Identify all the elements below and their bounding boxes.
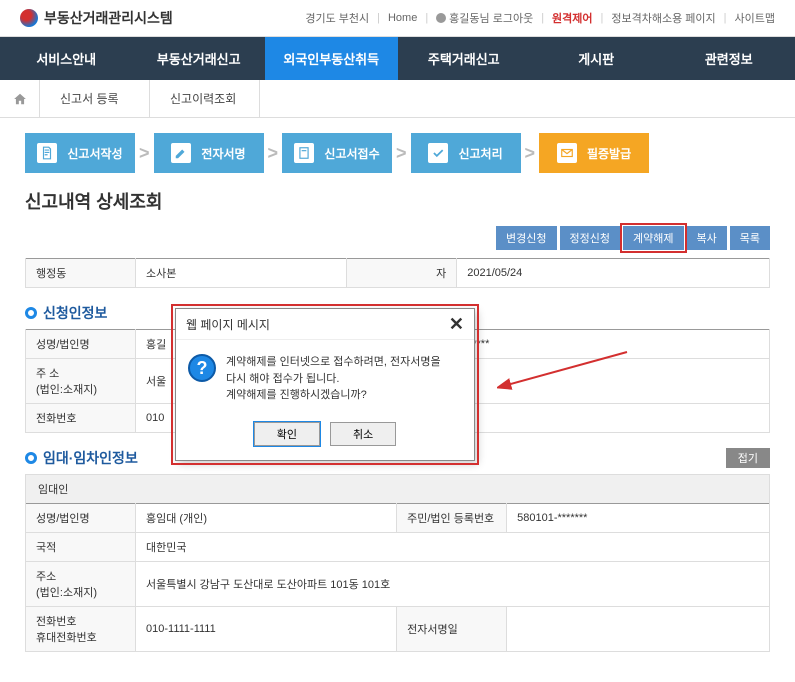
main-nav: 서비스안내 부동산거래신고 외국인부동산취득 주택거래신고 게시판 관련정보 <box>0 37 795 80</box>
nav-realestate[interactable]: 부동산거래신고 <box>133 37 266 80</box>
pencil-icon <box>171 143 191 163</box>
chevron-right-icon: > <box>396 143 407 164</box>
les-th-name: 성명/법인명 <box>26 504 136 533</box>
dialog-footer: 확인 취소 <box>176 414 474 460</box>
region-text: 경기도 부천시 <box>305 10 369 26</box>
les-th-sign: 전자서명일 <box>397 607 507 652</box>
les-td-id: 580101-******* <box>507 504 770 533</box>
les-td-addr: 서울특별시 강남구 도산대로 도산아파트 101동 101호 <box>136 562 770 607</box>
action-row: 변경신청 정정신청 계약해제 복사 목록 <box>25 226 770 250</box>
logo-icon <box>20 9 38 27</box>
app-th-phone: 전화번호 <box>26 404 136 433</box>
list-button[interactable]: 목록 <box>730 226 770 250</box>
summary-th-dong: 행정동 <box>26 259 136 288</box>
dialog-title: 웹 페이지 메시지 <box>186 316 270 333</box>
chevron-right-icon: > <box>268 143 279 164</box>
lessor-title: 임대·임차인정보 <box>43 448 138 468</box>
remote-link[interactable]: 원격제어 <box>552 10 592 26</box>
confirm-button[interactable]: 확인 <box>254 422 320 446</box>
doc-icon <box>294 143 314 163</box>
applicant-title: 신청인정보 <box>43 303 107 323</box>
dialog-header: 웹 페이지 메시지 ✕ <box>176 309 474 340</box>
chevron-right-icon: > <box>525 143 536 164</box>
question-icon: ? <box>188 354 216 382</box>
user-icon <box>436 13 446 23</box>
sub-nav: 신고서 등록 신고이력조회 <box>0 80 795 118</box>
step-3: 신고서접수 <box>282 133 392 173</box>
les-th-id: 주민/법인 등록번호 <box>397 504 507 533</box>
nav-housing[interactable]: 주택거래신고 <box>398 37 531 80</box>
logout-link[interactable]: 홍길동님 로그아웃 <box>436 10 533 26</box>
correction-request-button[interactable]: 정정신청 <box>560 226 620 250</box>
steps: 신고서작성 > 전자서명 > 신고서접수 > 신고처리 > 필증발급 <box>25 133 770 173</box>
lessor-table: 성명/법인명 홍임대 (개인) 주민/법인 등록번호 580101-******… <box>25 503 770 652</box>
step-1: 신고서작성 <box>25 133 135 173</box>
accessible-link[interactable]: 정보격차해소용 페이지 <box>611 10 715 26</box>
nav-foreign[interactable]: 외국인부동산취득 <box>265 37 398 80</box>
fold-button[interactable]: 접기 <box>726 448 770 468</box>
subnav-history[interactable]: 신고이력조회 <box>150 80 260 117</box>
sitemap-link[interactable]: 사이트맵 <box>735 10 775 26</box>
home-icon <box>13 92 27 106</box>
les-th-nat: 국적 <box>26 533 136 562</box>
top-header: 부동산거래관리시스템 경기도 부천시 | Home | 홍길동님 로그아웃 | … <box>0 0 795 37</box>
logo: 부동산거래관리시스템 <box>20 8 173 28</box>
chevron-right-icon: > <box>139 143 150 164</box>
page-title: 신고내역 상세조회 <box>25 188 770 214</box>
nav-board[interactable]: 게시판 <box>530 37 663 80</box>
home-link[interactable]: Home <box>388 12 417 24</box>
summary-table: 행정동 소사본 자 2021/05/24 <box>25 258 770 288</box>
step-5: 필증발급 <box>539 133 649 173</box>
summary-td-dong: 소사본 <box>136 259 347 288</box>
doc-icon <box>37 143 57 163</box>
bullet-icon <box>25 307 37 319</box>
step-4: 신고처리 <box>411 133 521 173</box>
envelope-icon <box>557 143 577 163</box>
dialog-text: 계약해제를 인터넷으로 접수하려면, 전자서명을 다시 해야 접수가 됩니다. … <box>226 354 441 404</box>
copy-button[interactable]: 복사 <box>687 226 727 250</box>
bullet-icon <box>25 452 37 464</box>
app-th-addr: 주 소 (법인:소재지) <box>26 359 136 404</box>
summary-th-date: 자 <box>347 259 457 288</box>
les-td-sign <box>507 607 770 652</box>
lessor-sub-label: 임대인 <box>25 474 770 503</box>
app-th-name: 성명/법인명 <box>26 330 136 359</box>
change-request-button[interactable]: 변경신청 <box>496 226 556 250</box>
step-2: 전자서명 <box>154 133 264 173</box>
cancel-button[interactable]: 취소 <box>330 422 396 446</box>
top-links: 경기도 부천시 | Home | 홍길동님 로그아웃 | 원격제어 | 정보격차… <box>305 10 775 26</box>
nav-related[interactable]: 관련정보 <box>663 37 795 80</box>
les-th-phone: 전화번호 휴대전화번호 <box>26 607 136 652</box>
les-td-phone: 010-1111-1111 <box>136 607 397 652</box>
contract-cancel-button[interactable]: 계약해제 <box>623 226 683 250</box>
content: 신고서작성 > 전자서명 > 신고서접수 > 신고처리 > 필증발급 신고내역 … <box>0 118 795 682</box>
confirm-dialog: 웹 페이지 메시지 ✕ ? 계약해제를 인터넷으로 접수하려면, 전자서명을 다… <box>175 308 475 461</box>
les-td-nat: 대한민국 <box>136 533 770 562</box>
logo-text: 부동산거래관리시스템 <box>44 8 173 28</box>
close-icon[interactable]: ✕ <box>449 315 464 333</box>
dialog-body: ? 계약해제를 인터넷으로 접수하려면, 전자서명을 다시 해야 접수가 됩니다… <box>176 340 474 414</box>
les-td-name: 홍임대 (개인) <box>136 504 397 533</box>
home-button[interactable] <box>0 80 40 117</box>
subnav-register[interactable]: 신고서 등록 <box>40 80 150 117</box>
check-icon <box>428 143 448 163</box>
les-th-addr: 주소 (법인:소재지) <box>26 562 136 607</box>
summary-td-date: 2021/05/24 <box>457 259 770 288</box>
nav-service[interactable]: 서비스안내 <box>0 37 133 80</box>
